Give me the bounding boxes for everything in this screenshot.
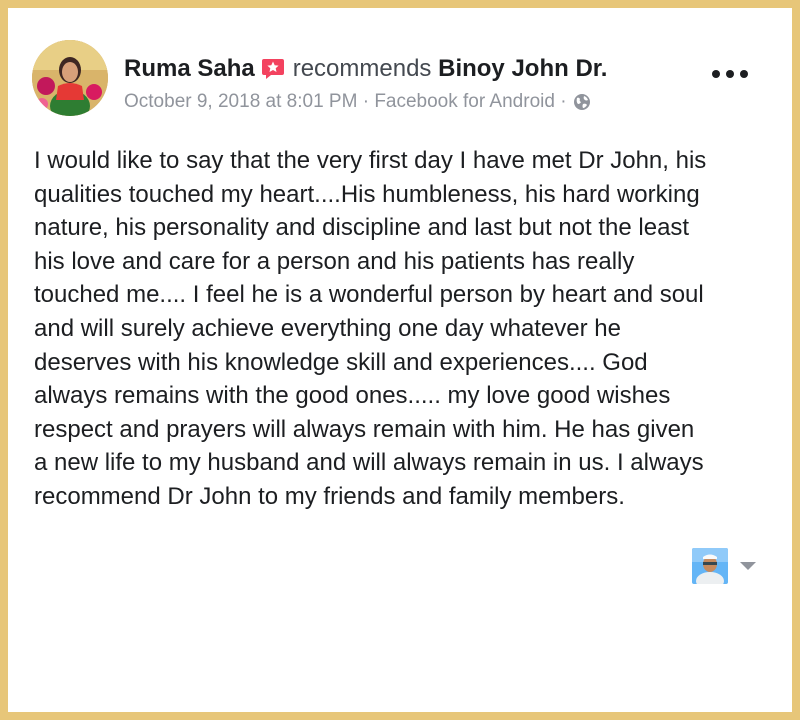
more-options-icon bbox=[712, 70, 720, 78]
author-name-link[interactable]: Ruma Saha bbox=[124, 55, 255, 82]
commenter-avatar[interactable] bbox=[692, 548, 728, 584]
post-meta: October 9, 2018 at 8:01 PM · Facebook fo… bbox=[124, 90, 591, 118]
meta-separator: · bbox=[560, 91, 567, 112]
more-options-button[interactable] bbox=[712, 64, 748, 84]
recommends-label: recommends bbox=[292, 55, 432, 82]
post-card: Ruma Saha recommends Binoy John Dr. Octo… bbox=[8, 8, 792, 712]
post-title-line: Ruma Saha recommends Binoy John Dr. bbox=[124, 54, 607, 88]
post-source: Facebook for Android bbox=[374, 91, 555, 112]
globe-icon[interactable] bbox=[573, 93, 591, 118]
post-timestamp[interactable]: October 9, 2018 at 8:01 PM bbox=[124, 91, 357, 112]
chevron-down-icon[interactable] bbox=[740, 562, 756, 570]
meta-separator: · bbox=[362, 91, 370, 112]
post-body-text: I would like to say that the very first … bbox=[34, 147, 707, 510]
post-footer bbox=[692, 544, 756, 588]
post-header: Ruma Saha recommends Binoy John Dr. Octo… bbox=[32, 40, 768, 124]
recommend-star-icon bbox=[261, 58, 285, 88]
author-avatar[interactable] bbox=[32, 40, 108, 116]
more-options-icon bbox=[740, 70, 748, 78]
recommended-page-link[interactable]: Binoy John Dr. bbox=[438, 55, 607, 82]
more-options-icon bbox=[726, 70, 734, 78]
